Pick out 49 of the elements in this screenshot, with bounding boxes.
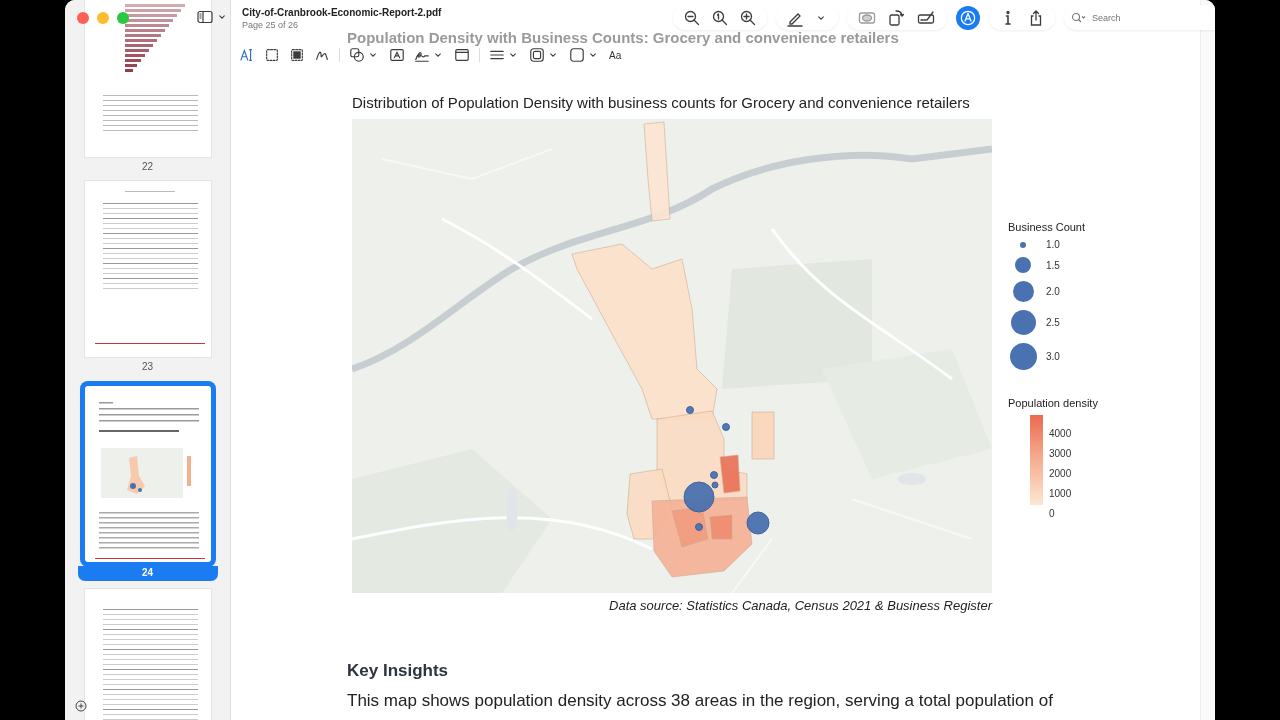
- rotate-icon[interactable]: [887, 8, 905, 27]
- legend-label: 1.5: [1046, 259, 1060, 271]
- window-title: City-of-Cranbrook-Economic-Report-2.pdf: [242, 7, 442, 18]
- legend-label: 3.0: [1046, 351, 1060, 362]
- zoom-out-icon[interactable]: [683, 8, 701, 27]
- border-color-icon[interactable]: [529, 47, 545, 63]
- text-box-icon[interactable]: [389, 47, 405, 63]
- legend-label: 2000: [1049, 469, 1072, 479]
- search-field[interactable]: Search: [1064, 5, 1215, 30]
- selection-icon[interactable]: [264, 47, 280, 63]
- page-thumbnail[interactable]: [84, 589, 211, 720]
- sidebar-icon[interactable]: [197, 10, 213, 24]
- close-button[interactable]: [77, 12, 89, 24]
- bubble-icon: [1008, 342, 1038, 371]
- legend-label: 2.0: [1046, 286, 1060, 297]
- page-number: 24: [77, 566, 218, 581]
- scrollbar[interactable]: [1200, 0, 1215, 720]
- page-heading: Population Density with Business Counts: Grocery and convenience retailers: [347, 30, 899, 46]
- font-button[interactable]: Aa: [609, 49, 622, 61]
- figure-caption: Data source: Statistics Canada, Census 2021 & Business Register: [608, 598, 992, 613]
- window-icon[interactable]: [454, 47, 470, 63]
- legend-label: 3000: [1049, 449, 1072, 459]
- legend-label: 1000: [1049, 489, 1072, 499]
- shapes-icon[interactable]: [349, 47, 365, 63]
- bubble-icon: [1014, 256, 1032, 274]
- legend-label: 2.5: [1046, 317, 1060, 328]
- markup-button[interactable]: [956, 5, 980, 30]
- add-icon[interactable]: [75, 700, 87, 712]
- bubble-icon: [1009, 309, 1037, 336]
- legend-label: 1.0: [1046, 239, 1060, 250]
- legend-label: 0: [1049, 509, 1056, 519]
- legend-title: Population density: [1008, 397, 1098, 409]
- fill-color-icon[interactable]: [569, 47, 585, 63]
- actual-size-icon[interactable]: [711, 8, 729, 27]
- section-heading: Key Insights: [347, 661, 450, 681]
- zoom-in-icon[interactable]: [739, 8, 757, 27]
- page-count: Page 25 of 26: [242, 20, 300, 30]
- redact-icon[interactable]: [289, 47, 305, 63]
- page-number: 23: [140, 360, 155, 373]
- paragraph: This map shows population density across 38 areas in the region, serving a total population of: [347, 691, 1054, 711]
- legend-label: 4000: [1049, 429, 1072, 439]
- search-icon: [1071, 12, 1087, 24]
- bubble-icon: [1011, 280, 1035, 303]
- page-thumbnail[interactable]: [84, 181, 211, 357]
- text-select-icon[interactable]: [239, 47, 255, 63]
- legend-title: Business Count: [1008, 221, 1087, 233]
- figure-title: Distribution of Population Density with business counts for Grocery and convenience retailers: [352, 94, 971, 111]
- bubble-icon: [1019, 240, 1027, 249]
- page-number: 22: [140, 160, 155, 173]
